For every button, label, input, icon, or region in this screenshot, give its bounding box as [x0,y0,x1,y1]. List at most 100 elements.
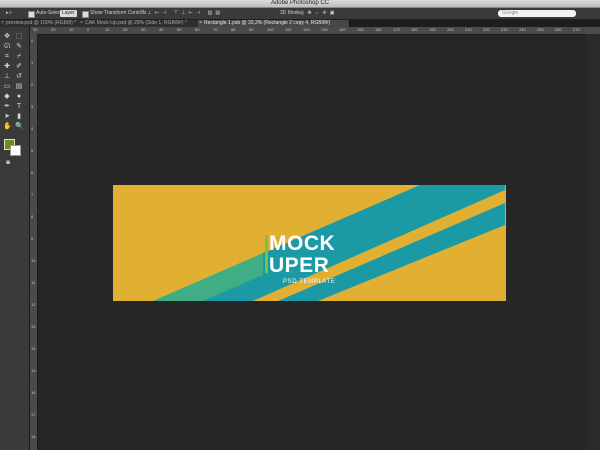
ruler-tick-label: 20 [123,27,128,32]
ruler-tick-label: 220 [483,27,490,32]
tab-label: Rectangle 1.psb @ 33,3% (Rectangle 2 cop… [204,20,331,26]
ruler-tick-label: 230 [501,27,508,32]
ruler-tick-label: 30 [141,27,146,32]
title-bar: Adobe Photoshop CC [0,0,600,8]
close-icon[interactable]: × [80,20,83,27]
ruler-tick-label: 4 [31,126,34,131]
stamp-tool-icon[interactable]: ⊥ [3,73,11,81]
canvas-artwork[interactable]: MOCK UPER PSD TEMPLATE [113,185,506,301]
tab-label: preview.psd @ 100% (RGB/8) * [6,20,77,26]
close-icon[interactable]: × [199,20,202,27]
ruler-tick-label: 130 [321,27,328,32]
background-color-swatch[interactable] [10,145,21,156]
app-title: Adobe Photoshop CC [270,0,330,6]
show-transform-checkbox[interactable] [82,11,89,18]
ruler-tick-label: 12 [31,302,36,307]
crop-tool-icon[interactable]: ⌗ [3,53,11,61]
dodge-tool-icon[interactable]: ● [15,93,23,101]
tab-rectangle[interactable]: × Rectangle 1.psb @ 33,3% (Rectangle 2 c… [198,20,350,27]
quick-mask-icon[interactable]: ◙ [4,159,12,167]
healing-tool-icon[interactable]: ✚ [3,63,11,71]
move-tool-icon[interactable]: ✥ [3,33,11,41]
ruler-tick-label: 60 [195,27,200,32]
blur-tool-icon[interactable]: ◆ [3,93,11,101]
ruler-tick-label: 120 [303,27,310,32]
zoom-tool-icon[interactable]: 🔍 [15,123,24,131]
ruler-tick-label: 15 [31,368,36,373]
marquee-tool-icon[interactable]: ⬚ [15,33,23,41]
auto-select-dropdown[interactable]: Layer [60,10,77,17]
ruler-tick-label: 10 [31,258,36,263]
ruler-tick-label: 2 [31,82,34,87]
eyedropper-tool-icon[interactable]: ⌿ [15,53,23,61]
show-transform-label: Show Transform Controls [90,10,147,16]
ruler-tick-label: 16 [31,390,36,395]
ruler-tick-label: 11 [31,280,36,285]
ruler-tick-label: 9 [31,236,34,241]
tab-preview[interactable]: × preview.psd @ 100% (RGB/8) * [0,20,85,27]
ruler-tick-label: 5 [31,148,34,153]
horizontal-ruler: 30 20 10 0 10 20 30 40 50 60 70 80 90 100 110 120 130 140… [30,27,600,35]
ruler-tick-label: 50 [177,27,182,32]
ruler-tick-label: 110 [285,27,292,32]
auto-select-checkbox[interactable] [28,11,35,18]
mockup-title-line2: UPER [269,254,330,277]
ruler-tick-label: 200 [447,27,454,32]
ruler-tick-label: 17 [31,412,36,417]
ruler-tick-label: 18 [31,434,36,439]
ruler-tick-label: 8 [31,214,34,219]
ruler-tick-label: 160 [375,27,382,32]
lasso-tool-icon[interactable]: ᘏ [3,43,11,51]
ruler-tick-label: 7 [31,192,34,197]
ruler-tick-label: 150 [357,27,364,32]
ruler-tick-label: 0 [87,27,90,32]
title-accent-bar [265,235,268,273]
mockup-title-line1: MOCK [269,232,336,255]
brush-tool-icon[interactable]: ✐ [15,63,23,71]
ruler-tick-label: 180 [411,27,418,32]
tools-panel: ✥ ⬚ ᘏ ✎ ⌗ ⌿ ✚ ✐ ⊥ ↺ ▭ ▤ ◆ ● ✒ T ➤ ▮ ✋ 🔍 ◙ [0,27,30,450]
3d-mode-buttons[interactable]: ◎✥⇔✣▣ [300,8,337,19]
ruler-tick-label: 170 [393,27,400,32]
ruler-tick-label: 20 [51,27,56,32]
path-select-tool-icon[interactable]: ➤ [3,113,11,121]
ruler-tick-label: 14 [31,346,36,351]
ruler-tick-label: 250 [537,27,544,32]
vertical-ruler: 0 1 2 3 4 5 6 7 8 9 10 11 12 13 14 15 16 17 18 [30,34,38,450]
options-bar: ▸⊹ Auto-Select: Layer Show Transform Con… [0,8,600,20]
ruler-tick-label: 90 [249,27,254,32]
ruler-tick-label: 210 [465,27,472,32]
search-input[interactable]: Google [498,10,576,17]
hand-tool-icon[interactable]: ✋ [3,123,12,131]
ruler-tick-label: 10 [105,27,110,32]
ruler-tick-label: 3 [31,104,34,109]
move-tool-preset-icon[interactable]: ▸⊹ [6,8,13,19]
ruler-tick-label: 100 [267,27,274,32]
ruler-tick-label: 0 [31,38,34,43]
shape-tool-icon[interactable]: ▮ [15,113,23,121]
tab-cak-mockup[interactable]: × CAK Mock-Up.psd @ 20% (Side 1, RGB/8#)… [79,20,204,27]
ruler-tick-label: 1 [31,60,34,65]
ruler-tick-label: 6 [31,170,34,175]
ruler-tick-label: 13 [31,324,36,329]
tab-label: CAK Mock-Up.psd @ 20% (Side 1, RGB/8#) * [85,20,187,26]
ruler-tick-label: 40 [159,27,164,32]
ruler-tick-label: 270 [573,27,580,32]
ruler-tick-label: 140 [339,27,346,32]
ruler-tick-label: 70 [213,27,218,32]
ruler-tick-label: 80 [231,27,236,32]
ruler-tick-label: 10 [69,27,74,32]
mode-3d-label: 3D Mode: [280,10,302,16]
pen-tool-icon[interactable]: ✒ [3,103,11,111]
eraser-tool-icon[interactable]: ▭ [3,83,11,91]
ruler-tick-label: 30 [33,27,38,32]
gradient-tool-icon[interactable]: ▤ [15,83,23,91]
align-buttons[interactable]: ⊤⊥⊢⊣ ⊤⊥⊢⊣ ▥▤ [140,8,223,19]
quick-select-tool-icon[interactable]: ✎ [15,43,23,51]
ruler-tick-label: 190 [429,27,436,32]
panel-dock [587,34,600,450]
history-brush-icon[interactable]: ↺ [15,73,23,81]
ruler-tick-label: 240 [519,27,526,32]
close-icon[interactable]: × [1,20,4,27]
type-tool-icon[interactable]: T [15,103,23,111]
